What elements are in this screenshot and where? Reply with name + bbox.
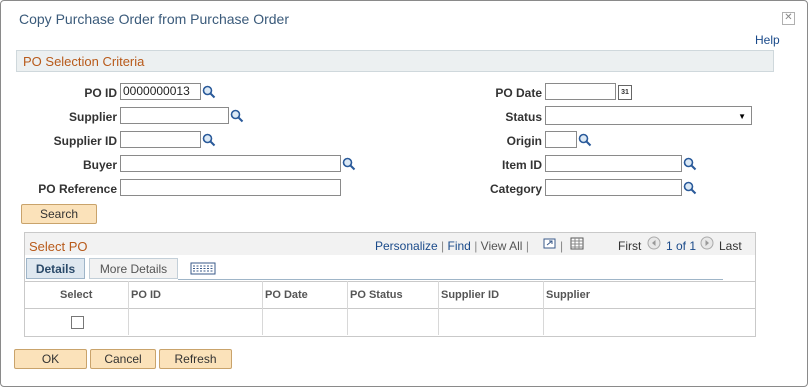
- supplier-id-input[interactable]: [120, 131, 201, 148]
- origin-input[interactable]: [545, 131, 577, 148]
- category-label: Category: [489, 182, 542, 196]
- supplier-input[interactable]: [120, 107, 229, 124]
- dialog-titlebar[interactable]: Copy Purchase Order from Purchase Order …: [1, 1, 807, 35]
- first-label: First: [618, 239, 642, 253]
- personalize-link[interactable]: Personalize: [375, 239, 438, 253]
- po-reference-label: PO Reference: [38, 182, 117, 196]
- find-link[interactable]: Find: [448, 239, 471, 253]
- page-info: 1 of 1: [666, 239, 697, 253]
- col-supplier: Supplier: [546, 289, 591, 301]
- grid-tabs: Details More Details: [25, 258, 755, 280]
- grid-title: Select PO: [29, 239, 88, 254]
- select-po-grid: Select PO Personalize | Find | View All …: [24, 232, 756, 337]
- col-po-date: PO Date: [265, 289, 308, 301]
- buyer-label: Buyer: [82, 158, 117, 172]
- po-date-input[interactable]: [545, 83, 616, 100]
- po-date-label: PO Date: [495, 86, 542, 100]
- dialog-title: Copy Purchase Order from Purchase Order: [19, 11, 289, 27]
- separator: |: [560, 239, 564, 253]
- origin-label: Origin: [506, 134, 542, 148]
- help-link[interactable]: Help: [755, 33, 780, 47]
- col-supplier-id: Supplier ID: [441, 289, 500, 301]
- table-row: [25, 308, 755, 335]
- zoom-icon[interactable]: [543, 237, 557, 250]
- search-button[interactable]: Search: [21, 204, 97, 224]
- download-grid-icon[interactable]: [570, 237, 584, 250]
- item-id-label: Item ID: [501, 158, 542, 172]
- view-all-link[interactable]: View All: [481, 239, 523, 253]
- tab-details[interactable]: Details: [26, 258, 85, 279]
- last-label: Last: [719, 239, 742, 253]
- grid-header: Select PO Personalize | Find | View All …: [25, 233, 755, 255]
- supplier-id-label: Supplier ID: [53, 134, 117, 148]
- refresh-button[interactable]: Refresh: [159, 349, 232, 369]
- category-lookup-icon[interactable]: [683, 181, 697, 195]
- po-selection-criteria-header: PO Selection Criteria: [16, 50, 774, 72]
- supplier-label: Supplier: [68, 110, 117, 124]
- status-label: Status: [505, 110, 542, 124]
- grid-column-headers: Select PO ID PO Date PO Status Supplier …: [25, 281, 755, 309]
- category-input[interactable]: [545, 179, 682, 196]
- supplier-id-lookup-icon[interactable]: [202, 133, 216, 147]
- show-all-columns-icon[interactable]: [190, 262, 216, 275]
- cancel-button[interactable]: Cancel: [90, 349, 156, 369]
- item-id-input[interactable]: [545, 155, 682, 172]
- col-select: Select: [60, 289, 93, 301]
- tab-more-details[interactable]: More Details: [89, 258, 178, 279]
- buyer-input[interactable]: [120, 155, 341, 172]
- next-icon[interactable]: [700, 236, 714, 250]
- po-id-label: PO ID: [84, 86, 117, 100]
- po-id-lookup-icon[interactable]: [202, 85, 216, 99]
- select-row-checkbox[interactable]: [71, 316, 84, 329]
- close-icon[interactable]: ✕: [782, 12, 795, 25]
- separator: |: [525, 239, 529, 253]
- previous-icon[interactable]: [647, 236, 661, 250]
- item-id-lookup-icon[interactable]: [683, 157, 697, 171]
- po-id-input[interactable]: 0000000013: [120, 83, 201, 100]
- supplier-lookup-icon[interactable]: [230, 109, 244, 123]
- col-po-status: PO Status: [350, 289, 403, 301]
- status-select[interactable]: ▼: [545, 106, 752, 125]
- section-title: PO Selection Criteria: [23, 54, 145, 69]
- calendar-icon[interactable]: 31: [618, 85, 632, 100]
- origin-lookup-icon[interactable]: [578, 133, 592, 147]
- chevron-down-icon: ▼: [738, 112, 746, 121]
- ok-button[interactable]: OK: [14, 349, 87, 369]
- col-po-id: PO ID: [131, 289, 161, 301]
- buyer-lookup-icon[interactable]: [342, 157, 356, 171]
- separator: |: [441, 239, 445, 253]
- copy-po-dialog: Copy Purchase Order from Purchase Order …: [0, 0, 808, 387]
- tab-underline: [178, 279, 723, 280]
- separator: |: [474, 239, 478, 253]
- grid-nav: Personalize | Find | View All |: [375, 239, 529, 253]
- po-reference-input[interactable]: [120, 179, 341, 196]
